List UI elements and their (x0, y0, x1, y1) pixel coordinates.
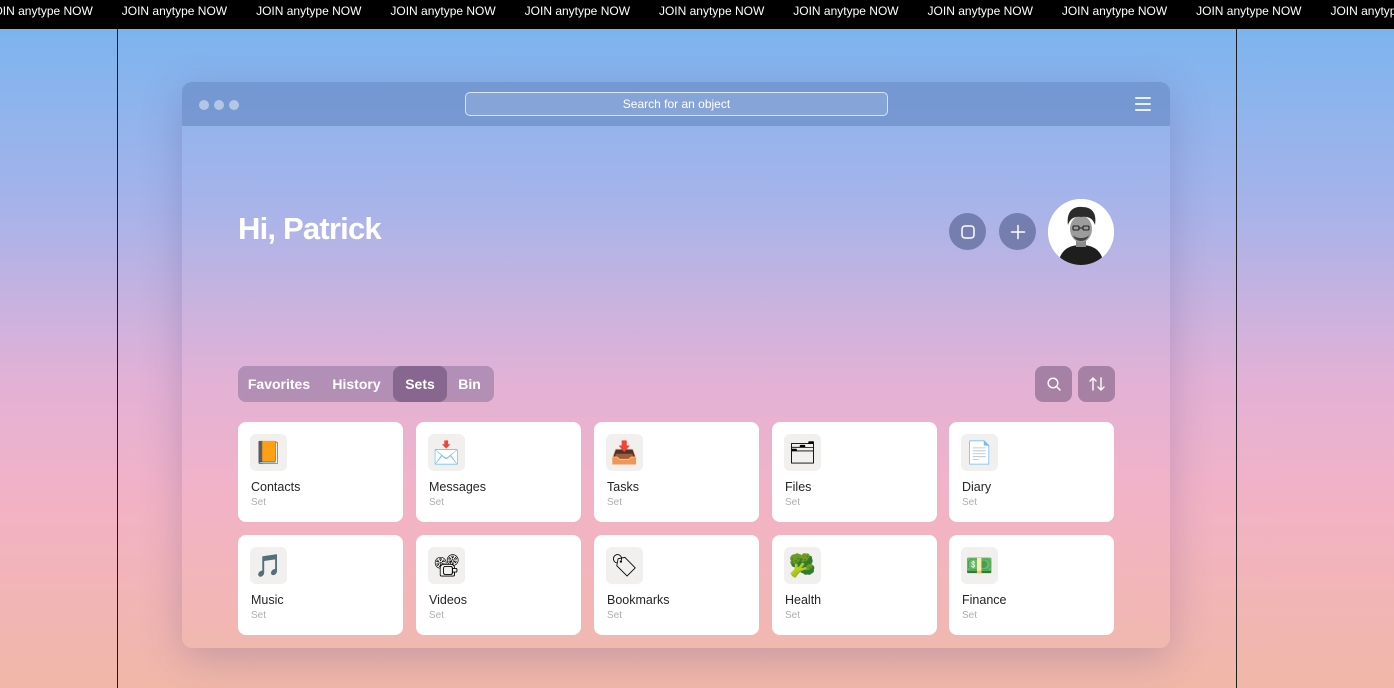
home-tab-bar: Favorites History Sets Bin (238, 366, 494, 402)
ticker-item[interactable]: JOIN anytype NOW (779, 0, 913, 29)
set-card-diary[interactable]: 📄 Diary Set (949, 422, 1114, 522)
set-card-type: Set (962, 610, 978, 621)
set-card-type: Set (785, 497, 801, 508)
set-card-files[interactable]: 🗂 Files Set (772, 422, 937, 522)
window-titlebar: Search for an object (182, 82, 1170, 126)
film-projector-icon: 📽 (428, 547, 465, 584)
tab-sets[interactable]: Sets (393, 366, 447, 402)
set-card-title: Files (785, 480, 812, 494)
tab-history[interactable]: History (320, 366, 393, 402)
object-search-bar[interactable]: Search for an object (465, 92, 888, 116)
page-icon: 📄 (961, 434, 998, 471)
set-card-title: Health (785, 593, 822, 607)
profile-photo-icon (1048, 199, 1114, 265)
set-card-type: Set (785, 610, 801, 621)
set-card-tasks[interactable]: 📥 Tasks Set (594, 422, 759, 522)
set-card-title: Finance (962, 593, 1007, 607)
sort-button[interactable] (1078, 366, 1115, 402)
sort-arrows-icon (1088, 377, 1105, 391)
set-card-type: Set (607, 497, 623, 508)
set-card-type: Set (607, 610, 623, 621)
ticker-item[interactable]: JOIN anytype NOW (913, 0, 1047, 29)
store-button[interactable] (949, 213, 986, 250)
guide-line-right (1236, 29, 1237, 688)
window-dot-icon[interactable] (214, 100, 224, 110)
envelope-icon: 📩 (428, 434, 465, 471)
plus-icon (1010, 224, 1025, 239)
ticker-item[interactable]: JOIN anytype NOW (107, 0, 241, 29)
bookmark-tag-icon: 🏷 (606, 547, 643, 584)
set-card-bookmarks[interactable]: 🏷 Bookmarks Set (594, 535, 759, 635)
ledger-book-icon: 📙 (250, 434, 287, 471)
app-window: Search for an object Hi, Patrick Favorit (182, 82, 1170, 648)
ticker-item[interactable]: JOIN anytype NOW (242, 0, 376, 29)
set-card-title: Diary (962, 480, 992, 494)
set-card-title: Videos (429, 593, 467, 607)
set-card-title: Tasks (607, 480, 639, 494)
set-card-type: Set (962, 497, 978, 508)
ticker-item[interactable]: JOIN anytype NOW (1047, 0, 1181, 29)
window-dot-icon[interactable] (229, 100, 239, 110)
search-icon (1046, 377, 1061, 391)
inbox-tray-icon: 📥 (606, 434, 643, 471)
add-object-button[interactable] (999, 213, 1036, 250)
set-card-title: Contacts (251, 480, 301, 494)
music-note-icon: 🎵 (250, 547, 287, 584)
search-button[interactable] (1035, 366, 1072, 402)
set-card-music[interactable]: 🎵 Music Set (238, 535, 403, 635)
folder-icon: 🗂 (784, 434, 821, 471)
promo-ticker[interactable]: JOIN anytype NOW JOIN anytype NOW JOIN a… (0, 0, 1394, 29)
set-card-title: Bookmarks (607, 593, 670, 607)
tab-favorites[interactable]: Favorites (238, 366, 320, 402)
set-card-finance[interactable]: 💵 Finance Set (949, 535, 1114, 635)
ticker-item[interactable]: JOIN anytype NOW (1182, 0, 1316, 29)
broccoli-icon: 🥦 (784, 547, 821, 584)
set-card-type: Set (429, 610, 445, 621)
set-card-type: Set (251, 497, 267, 508)
window-dot-icon[interactable] (199, 100, 209, 110)
set-card-contacts[interactable]: 📙 Contacts Set (238, 422, 403, 522)
ticker-item[interactable]: JOIN anytype NOW (510, 0, 644, 29)
greeting-title: Hi, Patrick (238, 211, 382, 246)
rounded-square-icon (960, 224, 975, 239)
ticker-track: JOIN anytype NOW JOIN anytype NOW JOIN a… (0, 0, 1394, 29)
set-card-title: Music (251, 593, 284, 607)
ticker-item[interactable]: JOIN anytype NOW (1316, 0, 1394, 29)
hamburger-menu-icon[interactable] (1135, 97, 1151, 111)
guide-line-left (117, 29, 118, 688)
user-avatar[interactable] (1048, 199, 1114, 265)
set-card-title: Messages (429, 480, 486, 494)
tab-bin[interactable]: Bin (447, 366, 492, 402)
set-card-health[interactable]: 🥦 Health Set (772, 535, 937, 635)
set-card-videos[interactable]: 📽 Videos Set (416, 535, 581, 635)
ticker-item[interactable]: JOIN anytype NOW (0, 0, 107, 29)
set-card-type: Set (429, 497, 445, 508)
set-card-messages[interactable]: 📩 Messages Set (416, 422, 581, 522)
ticker-item[interactable]: JOIN anytype NOW (644, 0, 778, 29)
set-card-type: Set (251, 610, 267, 621)
ticker-item[interactable]: JOIN anytype NOW (376, 0, 510, 29)
dollar-banknote-icon: 💵 (961, 547, 998, 584)
